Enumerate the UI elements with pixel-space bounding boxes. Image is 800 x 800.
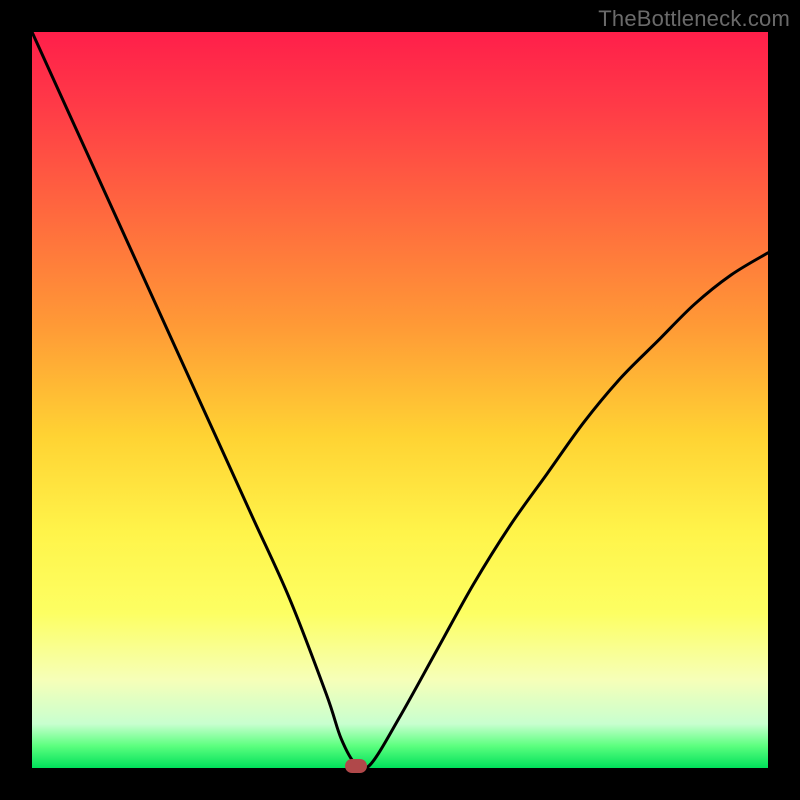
watermark-text: TheBottleneck.com	[598, 6, 790, 32]
curve-svg	[32, 32, 768, 768]
bottleneck-curve-path	[32, 32, 768, 768]
curve-minimum-marker	[345, 759, 367, 773]
chart-frame: TheBottleneck.com	[0, 0, 800, 800]
plot-area	[32, 32, 768, 768]
